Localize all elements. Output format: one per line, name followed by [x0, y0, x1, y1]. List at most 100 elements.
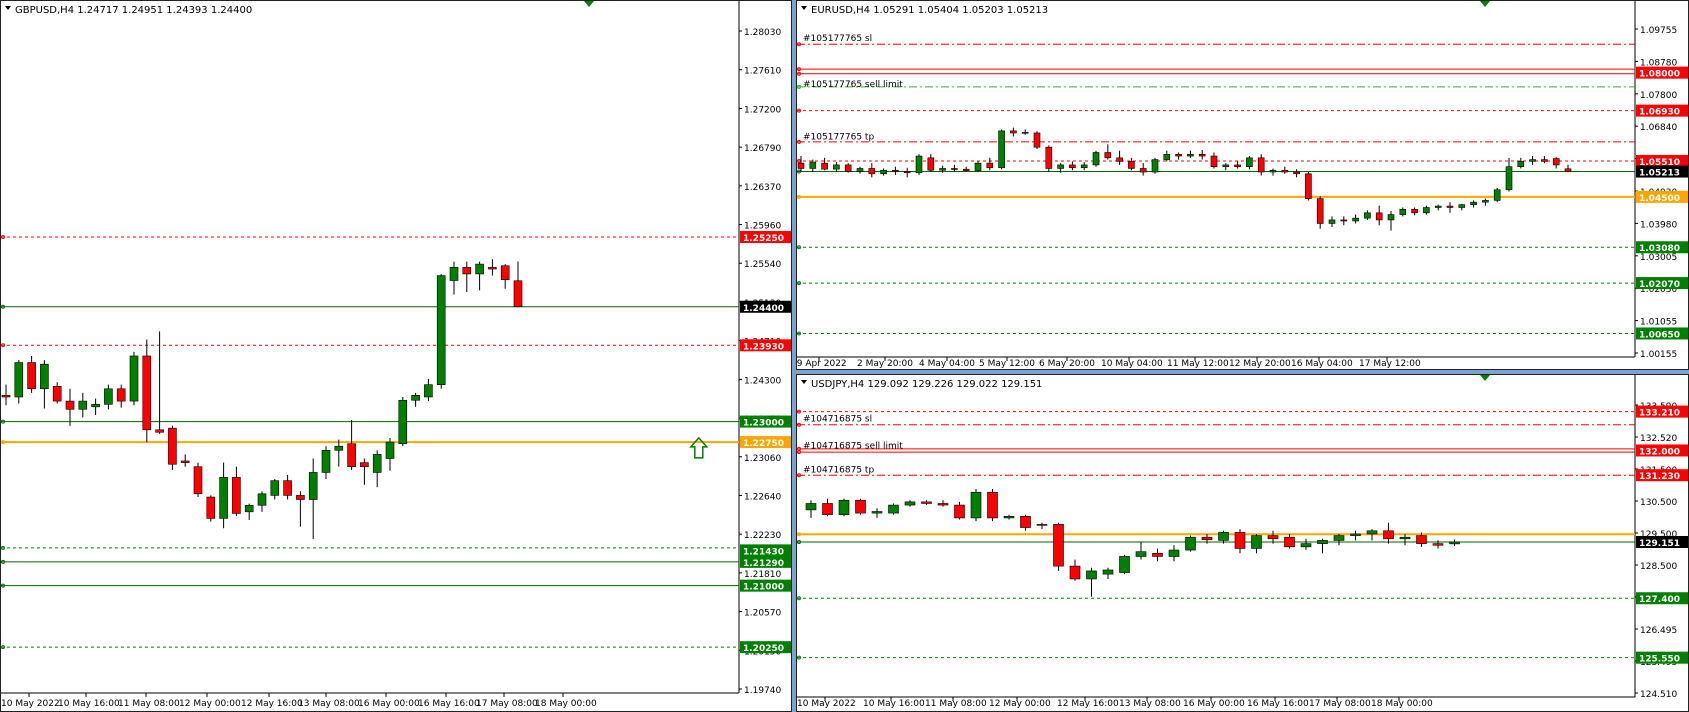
candle-body [1293, 171, 1300, 175]
candle-body [1080, 164, 1088, 169]
buy-arrow-icon[interactable] [689, 436, 709, 459]
candle-body [1387, 214, 1395, 221]
gbpusd-chart-window[interactable]: GBPUSD,H4 1.24717 1.24951 1.24393 1.2440… [0, 0, 792, 712]
candle-bear [844, 163, 852, 173]
y-tick-label: 1.22230 [744, 531, 781, 541]
candle-body [937, 503, 949, 506]
candle-body [1375, 212, 1383, 221]
candle-bear [1139, 163, 1147, 176]
price-tag-label: 127.400 [1639, 595, 1680, 605]
chart-menu-icon[interactable] [801, 6, 807, 10]
y-tick-label: 1.24300 [744, 376, 781, 386]
candle-body [244, 504, 254, 513]
candle-body [1222, 164, 1230, 167]
candle-bull [838, 498, 850, 517]
candle-body [921, 501, 932, 504]
candle-body [1128, 161, 1135, 169]
eurusd-chart-canvas[interactable]: EURUSD,H4 1.05291 1.05404 1.05203 1.0521… [797, 1, 1689, 370]
candle-bull [998, 129, 1005, 170]
x-tick-label: 16 May 16:00 [418, 699, 480, 709]
x-tick-label: 16 May 00:00 [1183, 699, 1245, 709]
x-tick-label: 10 May 2022 [797, 699, 856, 709]
candle-body [91, 404, 100, 408]
eurusd-chart-window[interactable]: EURUSD,H4 1.05291 1.05404 1.05203 1.0521… [796, 0, 1689, 370]
x-tick-label: 17 May 08:00 [1309, 699, 1371, 709]
candle-bear [1045, 145, 1053, 173]
candle-body [283, 480, 292, 496]
price-tag-label: 1.03080 [1639, 244, 1680, 254]
candle-body [805, 503, 817, 511]
chart-menu-icon[interactable] [5, 6, 11, 10]
candle-bull [1269, 168, 1277, 176]
candle-bear [65, 388, 75, 426]
candle-bear [1020, 514, 1031, 531]
candle-body [104, 388, 113, 405]
price-tag-label: 131.230 [1639, 472, 1680, 482]
candle-bull [14, 360, 24, 404]
price-tag-label: 1.25250 [743, 234, 784, 244]
candle-bear [1053, 522, 1064, 571]
candle-body [1470, 201, 1477, 205]
candle-body [1135, 551, 1147, 557]
candle-body [488, 267, 497, 270]
candle-bear [180, 454, 190, 467]
chart-shift-marker-icon[interactable] [1480, 375, 1490, 381]
candle-bear [1175, 152, 1182, 160]
candle-bull [308, 458, 318, 539]
y-tick-label: 1.07800 [1640, 91, 1677, 101]
candle-body [838, 499, 850, 516]
candle-bull [904, 500, 916, 507]
candle-bear [296, 491, 305, 527]
candle-body [987, 491, 998, 519]
price-tag-red: 131.230 [1636, 469, 1688, 482]
candle-body [1057, 164, 1064, 169]
chart-menu-icon[interactable] [801, 380, 807, 384]
candle-body [821, 162, 828, 170]
y-tick-label: 1.28030 [744, 28, 781, 38]
candle-body [856, 168, 864, 172]
candle-body [65, 400, 75, 410]
x-tick-label: 13 May 08:00 [298, 699, 360, 709]
candle-body [1541, 159, 1548, 162]
price-tag-red: 1.23930 [740, 339, 791, 352]
candle-bull [871, 508, 883, 518]
candle-bull [1163, 150, 1171, 162]
price-tag-orange: 1.04500 [1636, 190, 1688, 204]
candle-bull [1086, 567, 1097, 597]
candle-body [797, 162, 805, 169]
candle-body [1267, 535, 1279, 540]
candle-body [892, 169, 899, 172]
y-tick-label: 132.520 [1640, 434, 1677, 444]
candle-body [1251, 535, 1262, 549]
gbpusd-chart-canvas[interactable]: GBPUSD,H4 1.24717 1.24951 1.24393 1.2440… [1, 1, 792, 712]
candle-bear [1383, 522, 1394, 544]
candle-bull [1458, 203, 1466, 211]
candle-body [1316, 198, 1324, 224]
candle-bear [903, 167, 911, 178]
candle-bear [513, 261, 523, 308]
candle-body [833, 164, 840, 170]
candle-bull [1135, 542, 1147, 560]
candle-body [1168, 549, 1180, 557]
candle-body [1281, 169, 1289, 173]
x-tick-label: 17 May 08:00 [476, 699, 538, 709]
price-tag-label: 129.151 [1639, 539, 1680, 549]
candle-body [360, 462, 369, 468]
usdjpy-chart-window[interactable]: USDJPY,H4 129.092 129.226 129.022 129.15… [796, 374, 1689, 712]
chart-shift-marker-icon[interactable] [584, 1, 594, 7]
usdjpy-chart-canvas[interactable]: USDJPY,H4 129.092 129.226 129.022 129.15… [797, 375, 1689, 712]
candle-bear [52, 382, 62, 404]
candle-bull [1185, 535, 1196, 552]
candle-bear [1116, 150, 1123, 165]
candle-body [1333, 535, 1345, 541]
price-tag-green: 125.550 [1636, 651, 1688, 665]
chart-shift-marker-icon[interactable] [1480, 1, 1490, 7]
candle-body [40, 363, 49, 390]
candle-bear [1069, 559, 1081, 581]
candle-body [296, 495, 305, 500]
candle-bear [1234, 161, 1241, 169]
price-tag-red: 1.06930 [1636, 104, 1688, 118]
candle-bull [1168, 545, 1180, 562]
candle-body [1446, 205, 1454, 208]
candle-body [1102, 569, 1114, 575]
